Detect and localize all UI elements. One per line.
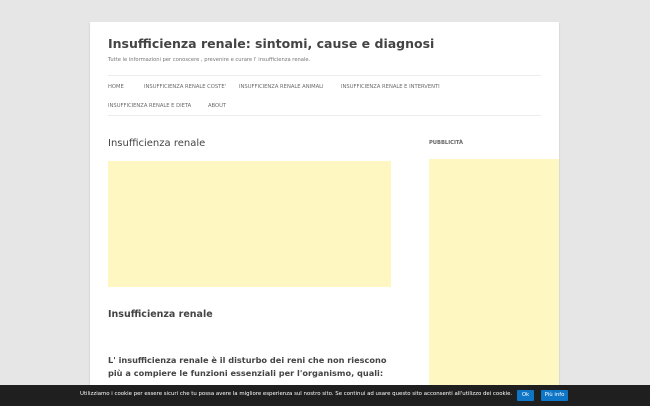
page-title: Insufficienza renale [108, 138, 206, 149]
site-title[interactable]: Insufficienza renale: sintomi, cause e d… [108, 36, 434, 51]
cookie-bar: Utilizziamo i cookie per essere sicuri c… [0, 385, 650, 406]
nav-item-interventi[interactable]: INSUFFICIENZA RENALE E INTERVENTI [341, 84, 440, 90]
cookie-message: Utilizziamo i cookie per essere sicuri c… [80, 391, 513, 397]
main-navigation: HOME INSUFFICIENZA RENALE COSTE' INSUFFI… [108, 75, 541, 116]
nav-item-about[interactable]: ABOUT [208, 103, 226, 109]
cookie-ok-button[interactable]: Ok [517, 390, 534, 401]
ad-placeholder-main[interactable] [108, 161, 391, 287]
page-container: Insufficienza renale: sintomi, cause e d… [90, 22, 559, 406]
article-paragraph: L' insufficienza renale è il disturbo de… [108, 355, 387, 378]
site-description: Tutte le informazioni per conoscere , pr… [108, 57, 311, 63]
nav-item-coste[interactable]: INSUFFICIENZA RENALE COSTE' [144, 84, 226, 90]
article-heading: Insufficienza renale [108, 309, 213, 320]
nav-item-home[interactable]: HOME [108, 84, 124, 90]
sidebar-heading: PUBBLICITÀ [429, 140, 464, 146]
ad-placeholder-sidebar[interactable] [429, 159, 559, 406]
nav-item-dieta[interactable]: INSUFFICIENZA RENALE E DIETA [108, 103, 191, 109]
cookie-info-button[interactable]: Più info [541, 390, 568, 401]
nav-item-animali[interactable]: INSUFFICIENZA RENALE ANIMALI [239, 84, 324, 90]
